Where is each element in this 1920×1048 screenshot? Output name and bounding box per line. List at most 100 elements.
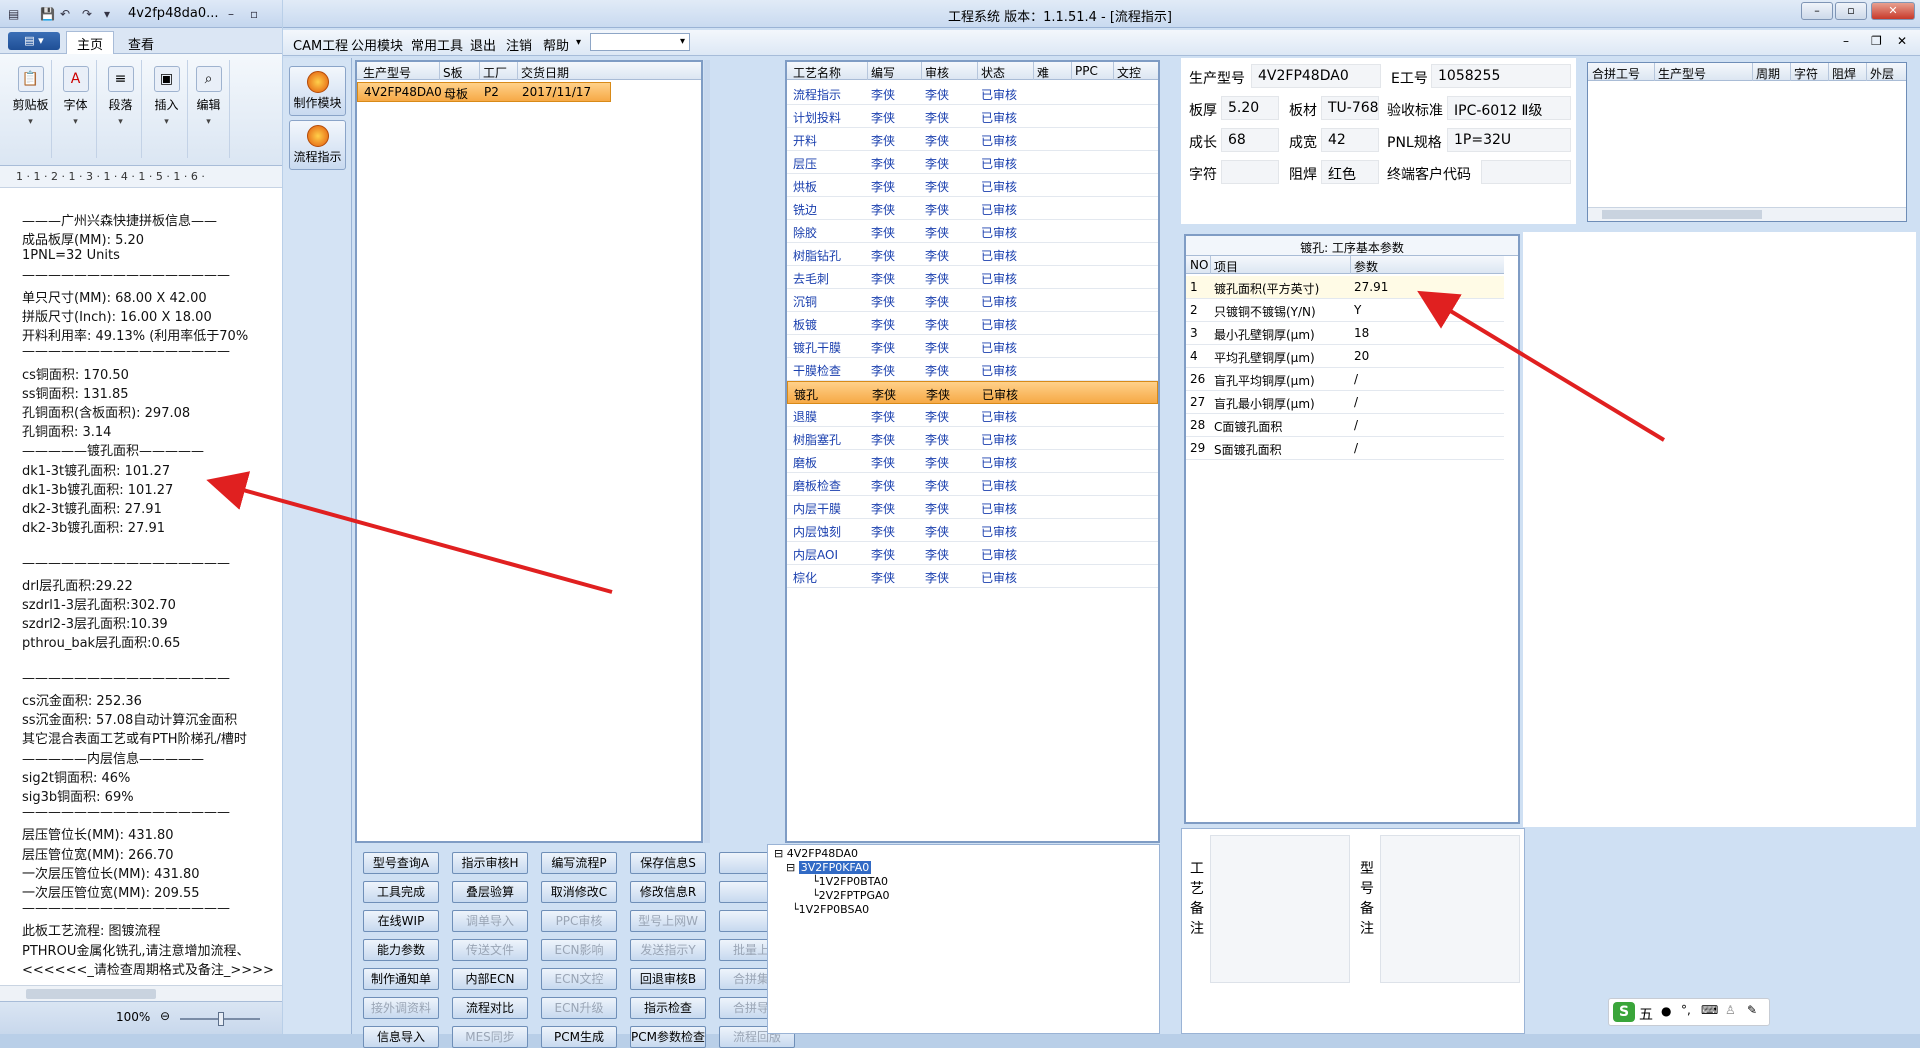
- process-row[interactable]: 镀孔干膜 李侠 李侠 已审核: [787, 335, 1158, 358]
- field-e-no[interactable]: 1058255: [1431, 64, 1571, 88]
- ime-toolbar[interactable]: S 五 ● °, ⌨ ♙ ✎: [1608, 998, 1770, 1026]
- tree-node-selected[interactable]: ⊟ 3V2FP0KFA0: [786, 861, 872, 874]
- process-row[interactable]: 板镀 李侠 李侠 已审核: [787, 312, 1158, 335]
- field-material[interactable]: TU-768: [1321, 96, 1379, 120]
- param-row[interactable]: 1 镀孔面积(平方英寸) 27.91: [1186, 276, 1504, 299]
- process-row[interactable]: 树脂塞孔 李侠 李侠 已审核: [787, 427, 1158, 450]
- maximize-button[interactable]: ▫: [1835, 2, 1867, 20]
- mdi-restore-icon[interactable]: ❐: [1871, 34, 1882, 48]
- param-row[interactable]: 2 只镀铜不镀锡(Y/N) Y: [1186, 299, 1504, 322]
- ime-fullwidth-icon[interactable]: ●: [1661, 1004, 1671, 1018]
- horizontal-scrollbar[interactable]: [0, 985, 282, 1001]
- action-button[interactable]: 传送文件: [452, 939, 528, 961]
- save-icon[interactable]: 💾: [40, 7, 55, 21]
- process-remark-textarea[interactable]: [1210, 835, 1350, 983]
- action-button[interactable]: ECN影响: [541, 939, 617, 961]
- model-remark-textarea[interactable]: [1380, 835, 1520, 983]
- action-button[interactable]: PCM参数检查: [630, 1026, 706, 1048]
- action-button[interactable]: 编写流程P: [541, 852, 617, 874]
- action-button[interactable]: 回退审核B: [630, 968, 706, 990]
- column-header[interactable]: 工艺名称: [793, 64, 841, 81]
- process-row[interactable]: 烘板 李侠 李侠 已审核: [787, 174, 1158, 197]
- column-header[interactable]: 编写: [871, 64, 895, 81]
- field-solder-mask[interactable]: 红色: [1321, 160, 1379, 184]
- process-row[interactable]: 内层蚀刻 李侠 李侠 已审核: [787, 519, 1158, 542]
- menu-cam[interactable]: CAM工程: [293, 35, 348, 54]
- field-model[interactable]: 4V2FP48DA0: [1251, 64, 1381, 88]
- column-header[interactable]: 状态: [981, 64, 1005, 81]
- process-row[interactable]: 棕化 李侠 李侠 已审核: [787, 565, 1158, 588]
- ime-keyboard-icon[interactable]: ⌨: [1701, 1003, 1718, 1017]
- action-button[interactable]: 在线WIP: [363, 910, 439, 932]
- action-button[interactable]: ECN升级: [541, 997, 617, 1019]
- process-row[interactable]: 内层干膜 李侠 李侠 已审核: [787, 496, 1158, 519]
- action-button[interactable]: 内部ECN: [452, 968, 528, 990]
- field-length[interactable]: 68: [1221, 128, 1279, 152]
- param-row[interactable]: 3 最小孔壁铜厚(μm) 18: [1186, 322, 1504, 345]
- zoom-out-icon[interactable]: ⊖: [160, 1009, 170, 1023]
- action-button[interactable]: 发送指示Y: [630, 939, 706, 961]
- param-row[interactable]: 28 C面镀孔面积 /: [1186, 414, 1504, 437]
- column-header[interactable]: 交货日期: [521, 64, 569, 81]
- action-button[interactable]: 指示审核H: [452, 852, 528, 874]
- action-button[interactable]: 叠层验算: [452, 881, 528, 903]
- column-header[interactable]: PPC: [1075, 64, 1098, 78]
- tree-node[interactable]: ⊟ 4V2FP48DA0: [774, 847, 858, 860]
- action-button[interactable]: 修改信息R: [630, 881, 706, 903]
- ime-punct-icon[interactable]: °,: [1681, 1003, 1691, 1017]
- column-header[interactable]: 周期: [1756, 65, 1780, 82]
- minimize-button[interactable]: –: [1801, 2, 1833, 20]
- action-button[interactable]: 流程对比: [452, 997, 528, 1019]
- param-row[interactable]: 26 盲孔平均铜厚(μm) /: [1186, 368, 1504, 391]
- quick-combo[interactable]: ▾: [590, 33, 690, 51]
- action-button[interactable]: 保存信息S: [630, 852, 706, 874]
- column-header[interactable]: S板: [443, 64, 463, 81]
- nav-process-instruction[interactable]: 流程指示: [289, 120, 346, 170]
- insert-group[interactable]: ▣ 插入 ▾: [146, 60, 188, 158]
- column-header[interactable]: 项目: [1214, 258, 1238, 275]
- column-header[interactable]: 审核: [925, 64, 949, 81]
- order-row[interactable]: 4V2FP48DA0 母板 P2 2017/11/17: [357, 82, 611, 102]
- edit-group[interactable]: ⌕ 编辑 ▾: [188, 60, 230, 158]
- help-dropdown-icon[interactable]: ▾: [576, 37, 581, 48]
- process-row[interactable]: 干膜检查 李侠 李侠 已审核: [787, 358, 1158, 381]
- process-row[interactable]: 树脂钻孔 李侠 李侠 已审核: [787, 243, 1158, 266]
- field-char[interactable]: [1221, 160, 1279, 184]
- column-header[interactable]: 生产型号: [363, 64, 411, 81]
- column-header[interactable]: 合拼工号: [1592, 65, 1640, 82]
- tree-node[interactable]: └2V2FPTPGA0: [812, 889, 890, 902]
- menu-exit[interactable]: 退出: [470, 35, 496, 54]
- column-header[interactable]: 外层: [1870, 65, 1894, 82]
- undo-icon[interactable]: ↶: [60, 7, 74, 21]
- action-button[interactable]: ECN文控: [541, 968, 617, 990]
- tree-node[interactable]: └1V2FP0BTA0: [812, 875, 888, 888]
- field-width[interactable]: 42: [1321, 128, 1379, 152]
- process-row[interactable]: 去毛刺 李侠 李侠 已审核: [787, 266, 1158, 289]
- action-button[interactable]: 接外调资料: [363, 997, 439, 1019]
- paragraph-group[interactable]: ≡ 段落 ▾: [100, 60, 142, 158]
- process-row[interactable]: 层压 李侠 李侠 已审核: [787, 151, 1158, 174]
- mdi-minimize-icon[interactable]: –: [1843, 34, 1849, 48]
- process-row[interactable]: 计划投料 李侠 李侠 已审核: [787, 105, 1158, 128]
- param-row[interactable]: 27 盲孔最小铜厚(μm) /: [1186, 391, 1504, 414]
- menu-common-module[interactable]: 公用模块: [351, 35, 403, 54]
- field-pnl-spec[interactable]: 1P=32U: [1447, 128, 1571, 152]
- field-standard[interactable]: IPC-6012 Ⅱ级: [1447, 96, 1571, 120]
- tree-node[interactable]: └1V2FP0BSA0: [792, 903, 869, 916]
- zoom-slider-thumb[interactable]: [218, 1012, 224, 1026]
- action-button[interactable]: 型号上网W: [630, 910, 706, 932]
- document-body[interactable]: ———广州兴森快捷拼板信息—— 成品板厚(MM): 5.20 1PNL=32 Uni…: [0, 188, 282, 988]
- scroll-thumb[interactable]: [26, 989, 156, 999]
- mdi-close-icon[interactable]: ✕: [1897, 34, 1907, 48]
- tab-home[interactable]: 主页: [66, 31, 115, 55]
- process-row[interactable]: 除胶 李侠 李侠 已审核: [787, 220, 1158, 243]
- param-row[interactable]: 4 平均孔壁铜厚(μm) 20: [1186, 345, 1504, 368]
- splitter[interactable]: [704, 60, 710, 843]
- action-button[interactable]: MES同步: [452, 1026, 528, 1048]
- clipboard-group[interactable]: 📋 剪贴板 ▾: [10, 60, 52, 158]
- process-row[interactable]: 流程指示 李侠 李侠 已审核: [787, 82, 1158, 105]
- process-row[interactable]: 开料 李侠 李侠 已审核: [787, 128, 1158, 151]
- file-menu-button[interactable]: ▤ ▾: [8, 32, 60, 50]
- column-header[interactable]: 参数: [1354, 258, 1378, 275]
- action-button[interactable]: PPC审核: [541, 910, 617, 932]
